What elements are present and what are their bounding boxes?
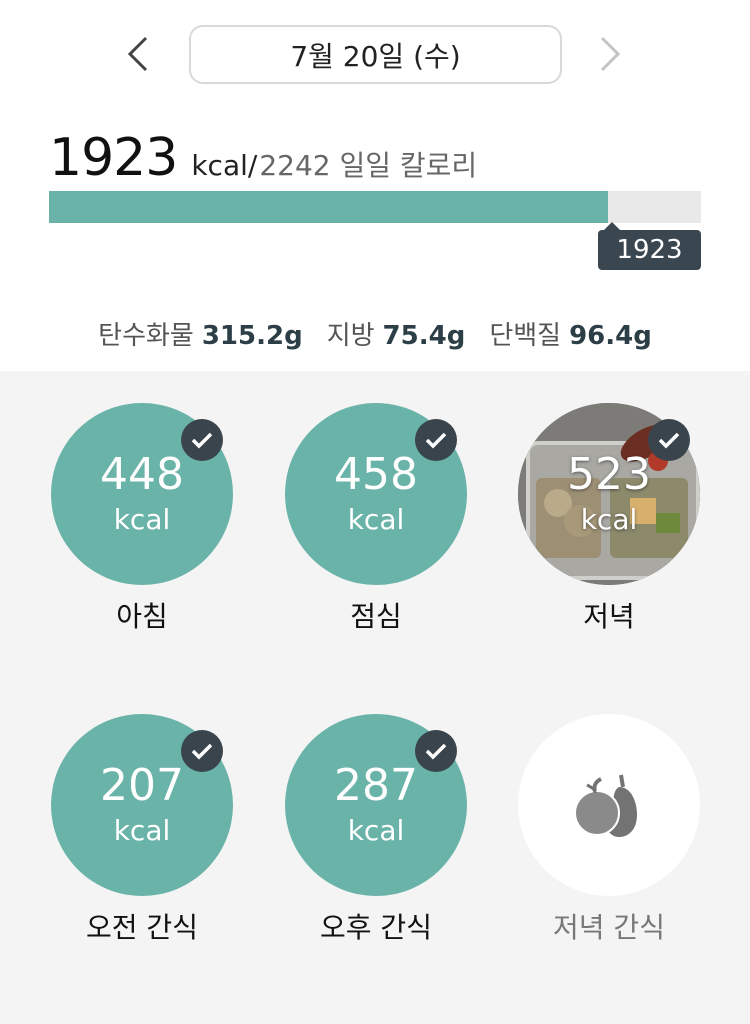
check-icon — [648, 419, 690, 461]
meal-kcal: 448 — [100, 449, 184, 500]
meal-unit: kcal — [580, 503, 638, 536]
meal-kcal: 458 — [334, 449, 418, 500]
macro-value: 96.4g — [569, 320, 652, 351]
meal-name: 오전 간식 — [86, 911, 198, 944]
date-selector[interactable]: 7월 20일 (수) — [189, 25, 562, 84]
meal-kcal: 207 — [100, 760, 184, 811]
meal-unit: kcal — [347, 503, 405, 536]
meal-name: 아침 — [116, 600, 168, 633]
chevron-right-icon[interactable] — [590, 34, 630, 74]
fruit-icon — [574, 774, 637, 837]
check-icon — [181, 730, 223, 772]
meal-evening-snack[interactable]: 저녁 간식 — [508, 714, 708, 974]
calorie-progress-bar — [49, 191, 701, 223]
macro-protein: 단백질 96.4g — [489, 315, 652, 352]
check-icon — [415, 419, 457, 461]
meal-circle-empty — [518, 714, 700, 896]
macros-summary: 탄수화물 315.2g 지방 75.4g 단백질 96.4g — [0, 308, 750, 358]
macro-carbs: 탄수화물 315.2g — [98, 315, 303, 352]
meal-lunch[interactable]: 458 kcal 점심 — [275, 403, 475, 663]
chevron-left-icon[interactable] — [118, 34, 158, 74]
check-icon — [181, 419, 223, 461]
meal-name: 저녁 간식 — [553, 911, 665, 944]
consumed-calories: 1923 — [49, 128, 178, 188]
macro-label: 단백질 — [489, 320, 562, 351]
macro-label: 지방 — [326, 320, 375, 351]
meal-name: 저녁 — [583, 600, 635, 633]
meal-unit: kcal — [113, 814, 171, 847]
meal-name: 오후 간식 — [320, 911, 432, 944]
macro-value: 315.2g — [201, 320, 303, 351]
macro-label: 탄수화물 — [98, 320, 194, 351]
meal-breakfast[interactable]: 448 kcal 아침 — [41, 403, 241, 663]
calorie-progress-fill — [49, 191, 609, 223]
daily-goal: 2242 일일 칼로리 — [259, 149, 478, 182]
progress-value-tag: 1923 — [598, 222, 701, 270]
macro-fat: 지방 75.4g — [327, 315, 466, 352]
meals-grid: 448 kcal 아침 458 kcal 점심 523 kcal 저녁 207 … — [0, 371, 750, 1024]
check-icon — [415, 730, 457, 772]
meal-unit: kcal — [113, 503, 171, 536]
meal-unit: kcal — [347, 814, 405, 847]
meal-kcal: 523 — [567, 449, 651, 500]
date-navigation: 7월 20일 (수) — [0, 0, 750, 110]
meal-name: 점심 — [350, 600, 402, 633]
meal-dinner[interactable]: 523 kcal 저녁 — [508, 403, 708, 663]
meal-kcal: 287 — [334, 760, 418, 811]
meal-afternoon-snack[interactable]: 287 kcal 오후 간식 — [275, 714, 475, 974]
calorie-summary: 1923 kcal/ 2242 일일 칼로리 — [49, 128, 477, 188]
meal-morning-snack[interactable]: 207 kcal 오전 간식 — [41, 714, 241, 974]
date-label: 7월 20일 (수) — [290, 39, 461, 73]
calorie-unit: kcal/ — [191, 149, 258, 182]
macro-value: 75.4g — [382, 320, 466, 351]
